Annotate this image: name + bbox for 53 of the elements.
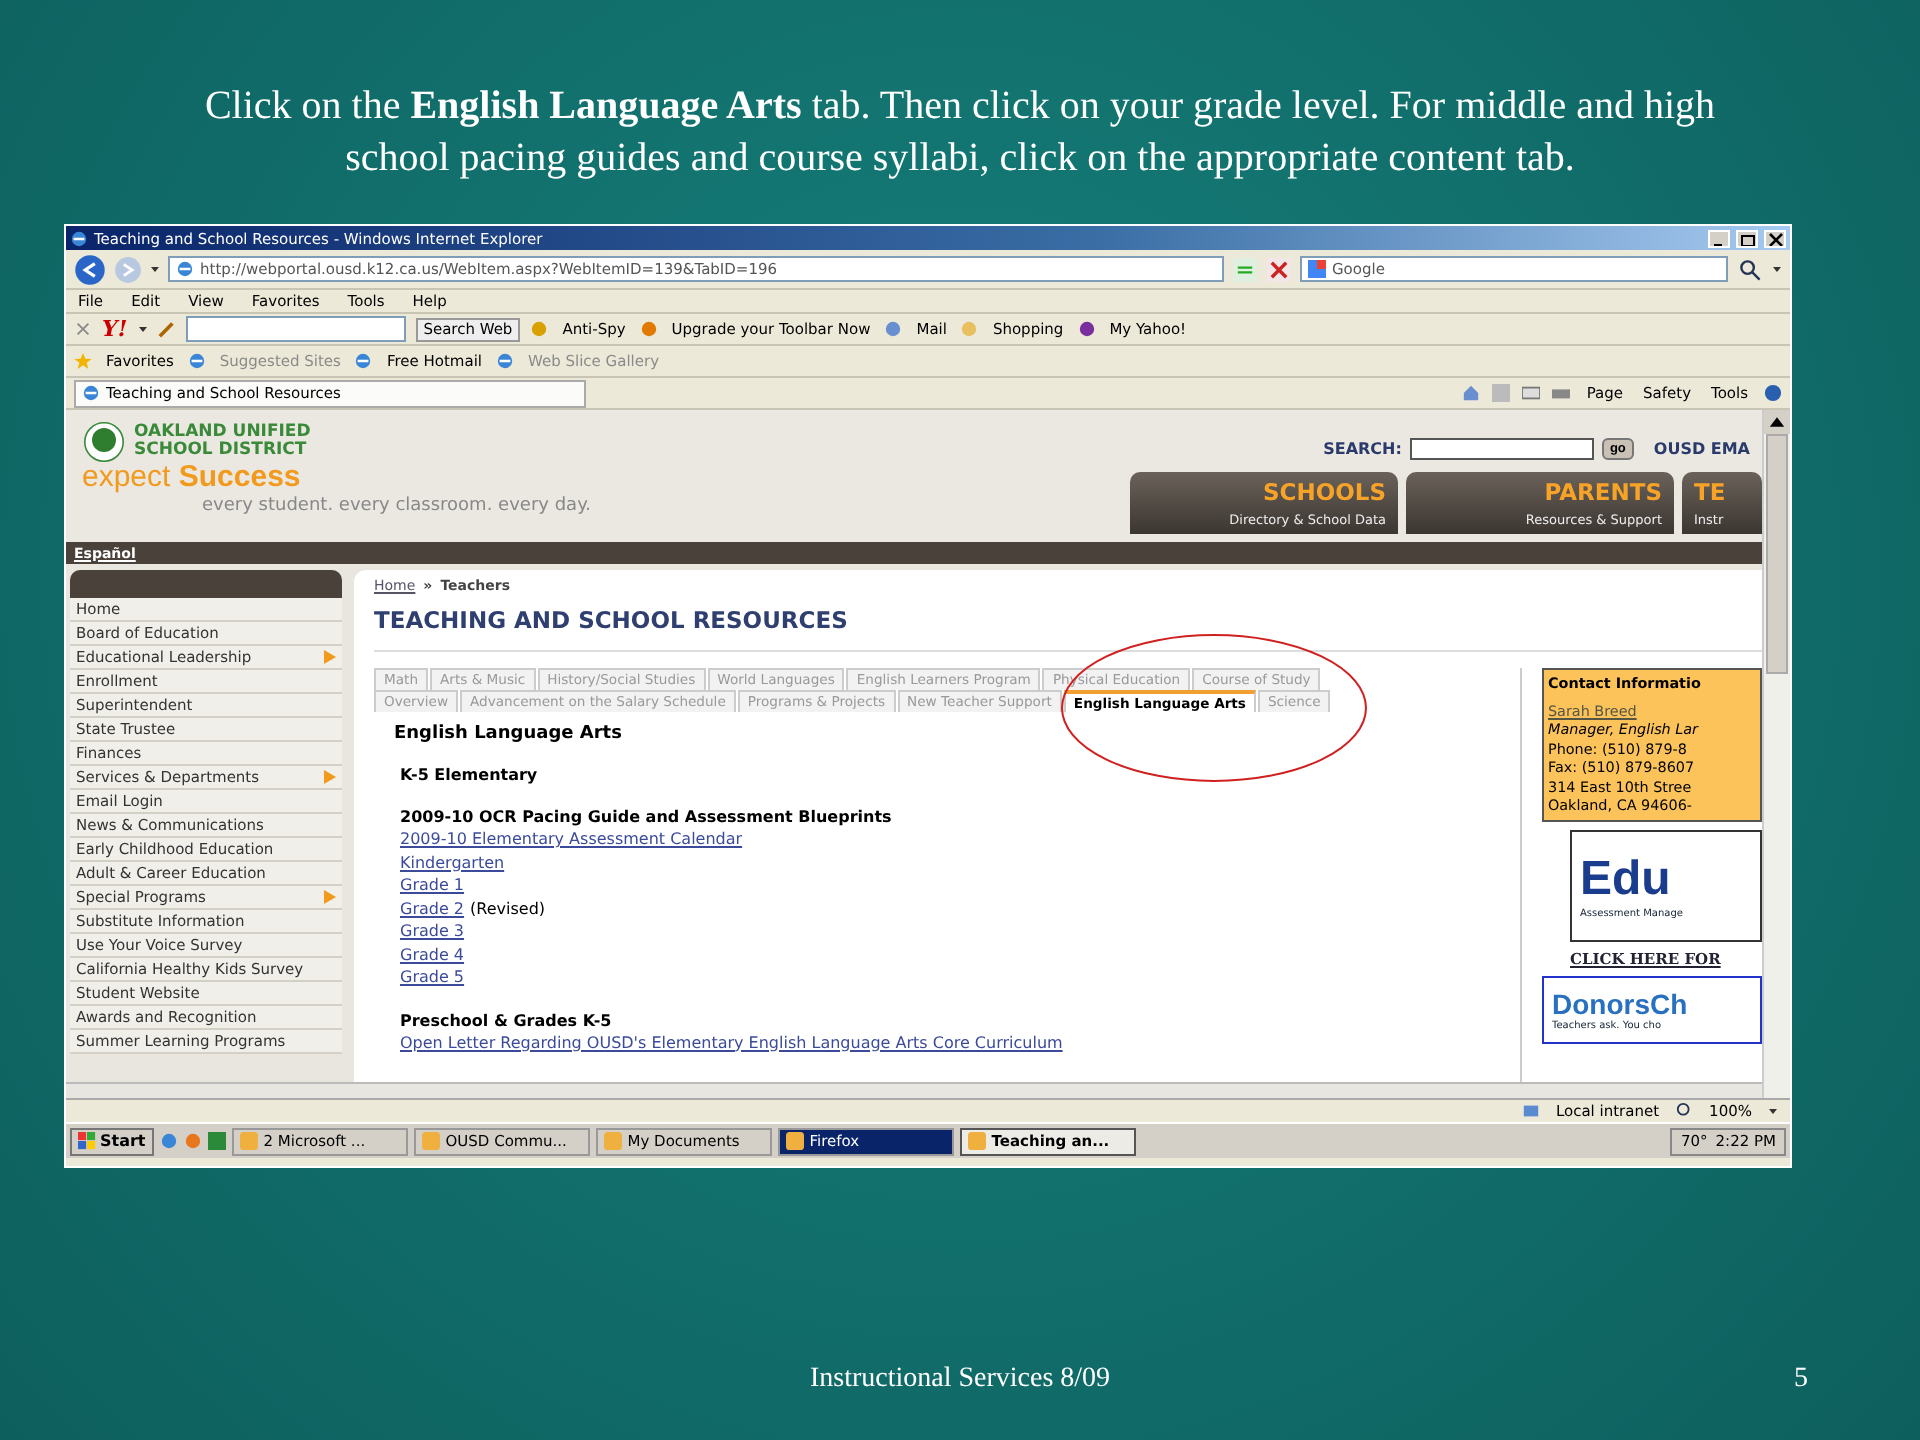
site-search-field[interactable] (1409, 438, 1594, 460)
search-icon[interactable] (1736, 257, 1764, 281)
caret-icon[interactable] (1772, 264, 1782, 274)
yahoo-logo: Y! (102, 316, 128, 342)
section-heading: 2009-10 OCR Pacing Guide and Assessment Blueprints (400, 806, 894, 828)
caret-icon[interactable] (1768, 1106, 1778, 1116)
search-label: SEARCH: (1323, 440, 1402, 458)
slogan: expect Success (82, 462, 303, 495)
pencil-icon[interactable] (157, 320, 176, 338)
slide-number: 5 (1794, 1364, 1808, 1396)
toolbar-icon (960, 320, 979, 338)
minimize-icon[interactable] (1708, 229, 1730, 247)
slide-title: Click on the English Language Arts tab. Then click on your grade level. For middle and high school pacing guides and course syllabi, click on the appropriate content tab. (202, 82, 1718, 184)
toolbar-icon (884, 320, 903, 338)
back-icon[interactable] (74, 253, 106, 285)
link-note: (Revised) (470, 897, 546, 920)
start-button[interactable]: Start (70, 1127, 154, 1155)
document-link[interactable]: Grade 3 (400, 920, 465, 943)
district-name: SCHOOL DISTRICT (134, 442, 309, 460)
page-heading: TEACHING AND SCHOOL RESOURCES (374, 606, 1762, 652)
document-link[interactable]: Grade 1 (400, 874, 465, 897)
tagline: every student. every classroom. every day. (200, 495, 593, 515)
app-icon (239, 1132, 258, 1150)
app-icon (967, 1132, 986, 1150)
toolbar-icon (639, 320, 658, 338)
email-link[interactable]: OUSD EMA (1653, 440, 1750, 458)
caret-icon[interactable] (150, 264, 160, 274)
document-link[interactable]: Grade 2 (400, 897, 465, 920)
section-heading: K-5 Elementary (400, 764, 540, 786)
document-link[interactable]: Kindergarten (400, 851, 505, 874)
mail-icon[interactable] (1522, 384, 1541, 402)
vertical-scrollbar[interactable] (1762, 410, 1790, 1098)
section-heading: Preschool & Grades K-5 (400, 1009, 614, 1031)
document-link[interactable]: 2009-10 Elementary Assessment Calendar (400, 828, 743, 851)
content-title: English Language Arts (394, 724, 624, 744)
app-icon (603, 1132, 622, 1150)
star-icon[interactable] (74, 352, 92, 370)
stop-icon[interactable] (1266, 257, 1292, 281)
app-icon (421, 1132, 440, 1150)
document-link[interactable]: Open Letter Regarding OUSD's Elementary English Language Arts Core Curriculum (400, 1031, 1063, 1054)
caret-icon[interactable] (137, 324, 148, 334)
windows-flag-icon (78, 1132, 96, 1150)
document-link[interactable]: Grade 5 (400, 966, 465, 989)
slide-footer: Instructional Services 8/09 (809, 1364, 1111, 1396)
app-icon (785, 1132, 804, 1150)
toolbar-icon (1077, 320, 1096, 338)
district-name: OAKLAND UNIFIED (134, 424, 311, 442)
document-link[interactable]: Grade 4 (400, 943, 465, 966)
toolbar-search-field[interactable] (185, 316, 406, 342)
restore-icon[interactable] (1736, 229, 1758, 247)
scroll-thumb[interactable] (1766, 434, 1788, 674)
home-icon[interactable] (1462, 384, 1481, 402)
toolbar-icon (530, 320, 549, 338)
